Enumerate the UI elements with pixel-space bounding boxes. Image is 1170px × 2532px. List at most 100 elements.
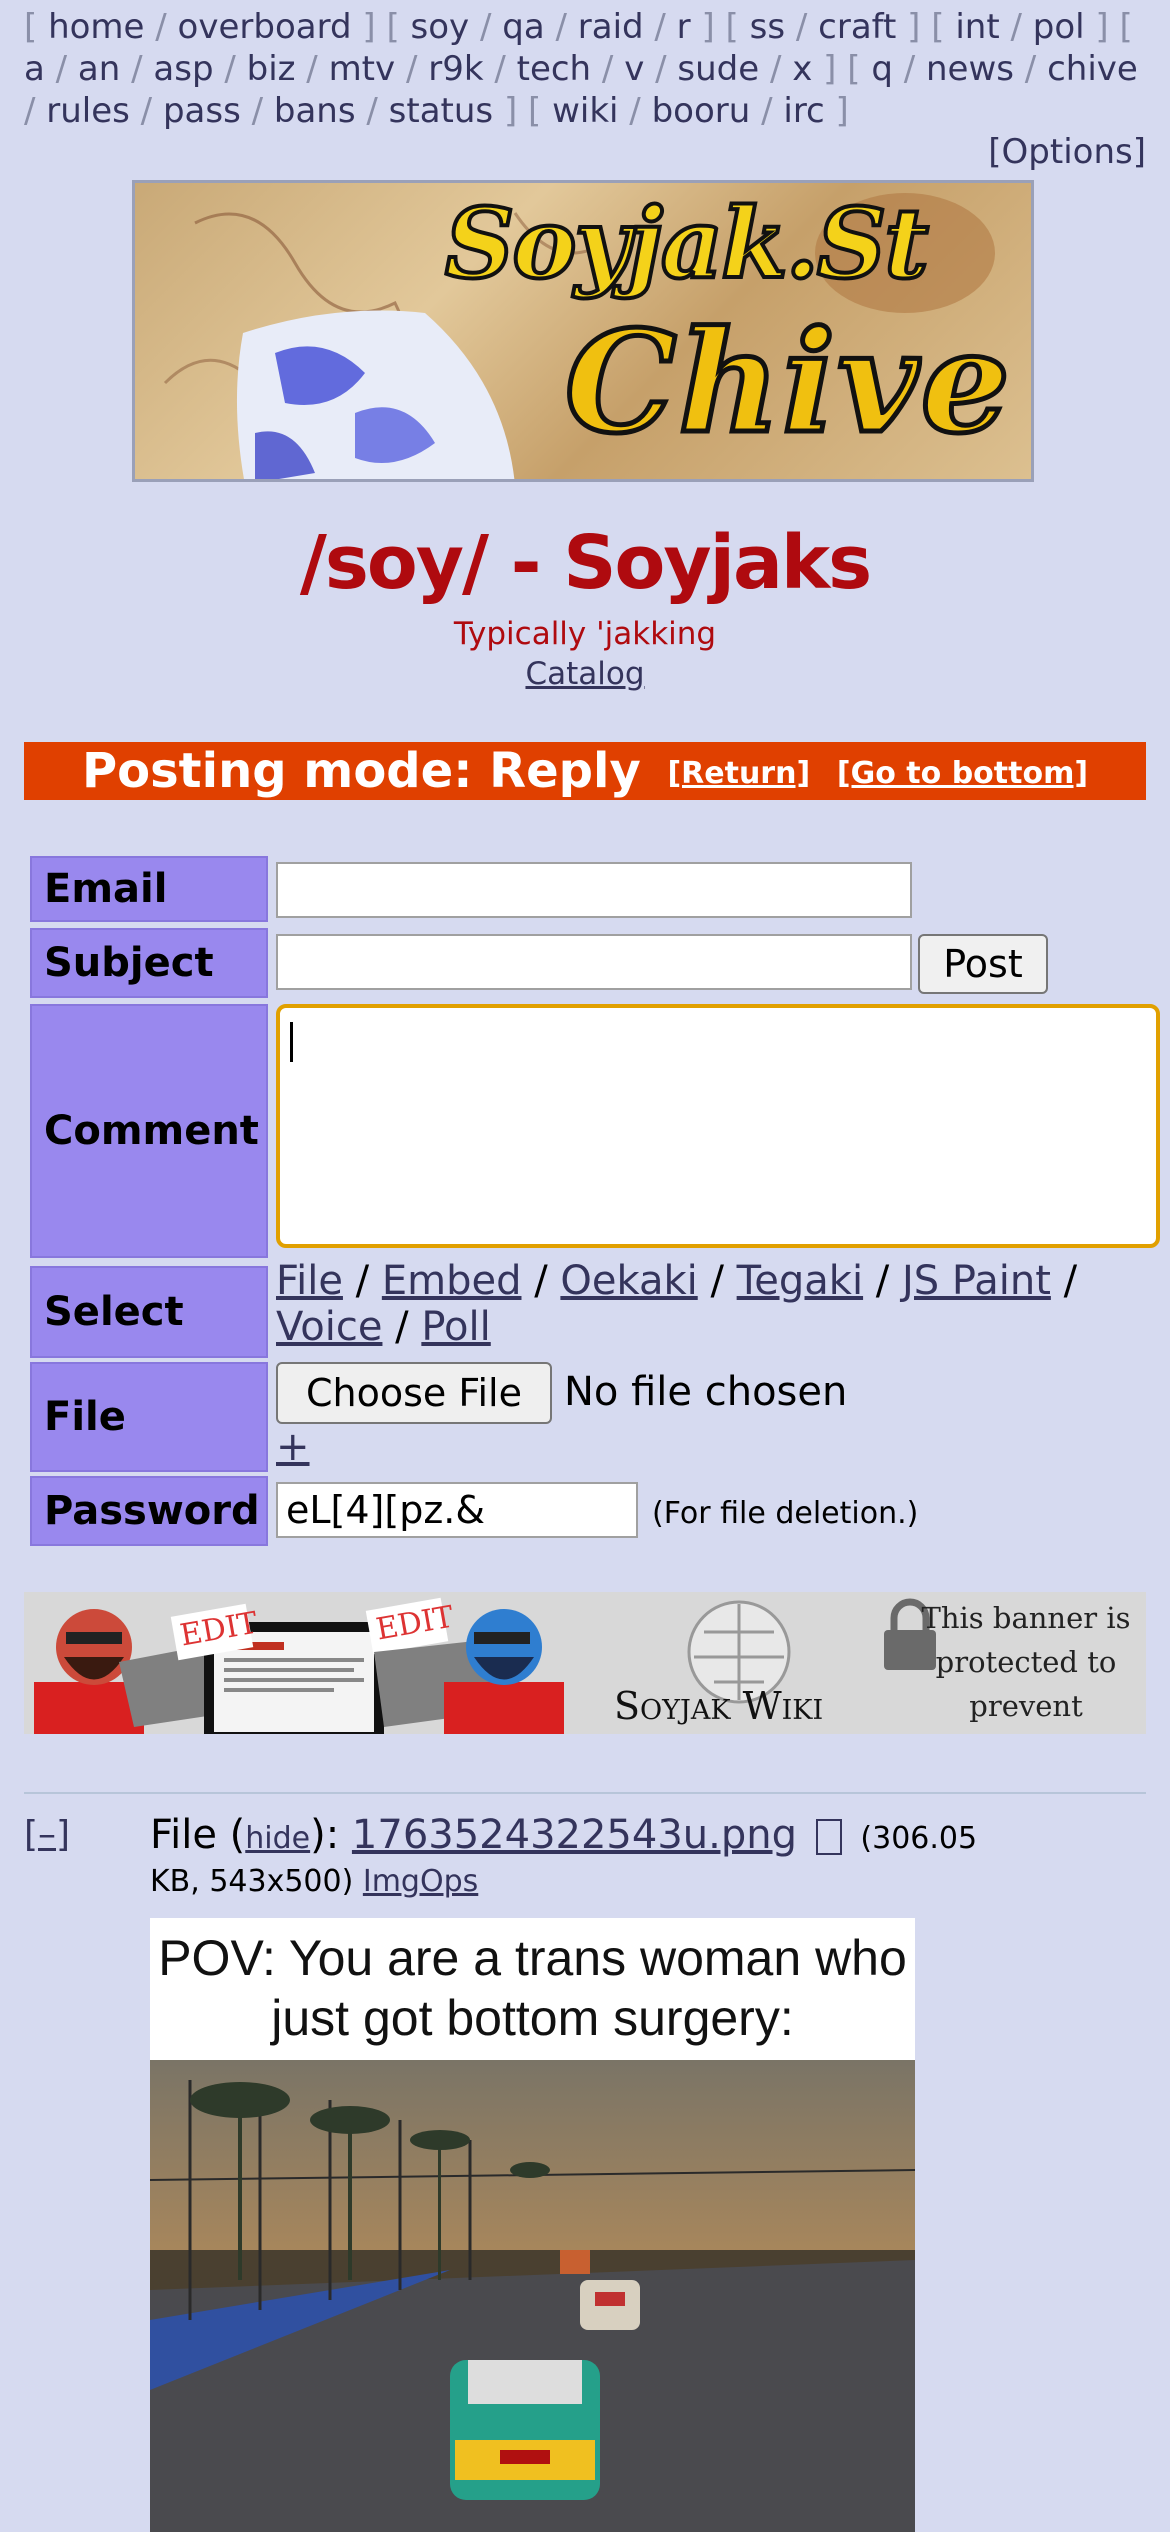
separator: / <box>295 49 329 89</box>
banner-title-line1: Soyjak.St <box>443 185 931 302</box>
separator: / <box>240 91 274 131</box>
bracket-open: [ <box>528 91 553 131</box>
board-link-v[interactable]: v <box>624 49 644 89</box>
separator: / <box>1014 49 1048 89</box>
bracket-close: ] <box>896 7 932 47</box>
catalog-link[interactable]: Catalog <box>525 656 644 692</box>
select-option-poll[interactable]: Poll <box>421 1304 490 1350</box>
posting-mode-label: Posting mode: Reply <box>81 743 641 799</box>
text-caret <box>290 1022 293 1062</box>
separator: / <box>591 49 625 89</box>
separator: / <box>395 49 429 89</box>
board-link-r[interactable]: r <box>677 7 691 47</box>
separator: / <box>618 91 652 131</box>
post-button[interactable]: Post <box>918 934 1048 994</box>
separator: / <box>483 49 517 89</box>
subject-field[interactable] <box>276 934 912 990</box>
separator: / <box>1050 1258 1078 1304</box>
separator: / <box>892 49 926 89</box>
hide-file-link[interactable]: hide <box>245 1821 310 1856</box>
board-link-asp[interactable]: asp <box>153 49 213 89</box>
select-option-oekaki[interactable]: Oekaki <box>560 1258 697 1304</box>
comment-textarea[interactable] <box>276 1004 1160 1248</box>
board-link-booru[interactable]: booru <box>652 91 751 131</box>
separator: / <box>785 7 819 47</box>
separator: / <box>643 7 677 47</box>
email-field[interactable] <box>276 862 912 918</box>
separator: / <box>644 49 678 89</box>
bracket-open: [ <box>847 49 872 89</box>
file-label: File <box>30 1362 268 1472</box>
select-option-file[interactable]: File <box>276 1258 343 1304</box>
board-link-news[interactable]: news <box>926 49 1014 89</box>
bracket-open: [ <box>386 7 411 47</box>
comment-label: Comment <box>30 1004 268 1258</box>
board-link-int[interactable]: int <box>955 7 999 47</box>
board-link-bans[interactable]: bans <box>274 91 356 131</box>
board-link-ss[interactable]: ss <box>750 7 785 47</box>
select-option-js-paint[interactable]: JS Paint <box>902 1258 1051 1304</box>
board-link-qa[interactable]: qa <box>502 7 544 47</box>
add-file-link[interactable]: + <box>276 1424 310 1470</box>
board-link-pol[interactable]: pol <box>1033 7 1085 47</box>
separator: / <box>355 91 389 131</box>
select-option-tegaki[interactable]: Tegaki <box>737 1258 863 1304</box>
board-link-wiki[interactable]: wiki <box>552 91 618 131</box>
post-image[interactable]: POV: You are a trans woman who just got … <box>150 1918 915 2532</box>
select-option-voice[interactable]: Voice <box>276 1304 382 1350</box>
board-link-sude[interactable]: sude <box>677 49 759 89</box>
protected-note: This banner is protected to prevent vand… <box>921 1601 1131 1734</box>
bracket-open: [ <box>24 7 49 47</box>
separator: / <box>521 1258 561 1304</box>
password-label: Password <box>30 1476 268 1546</box>
bracket-open: [ <box>1119 7 1133 47</box>
board-link-an[interactable]: an <box>78 49 120 89</box>
board-title: /soy/ - Soyjaks <box>299 520 872 606</box>
email-label: Email <box>30 856 268 922</box>
collapse-thread-toggle[interactable]: [–] <box>24 1814 70 1855</box>
board-link-soy[interactable]: soy <box>411 7 470 47</box>
board-link-pass[interactable]: pass <box>163 91 241 131</box>
wiki-ad-banner[interactable]: EDIT EDIT Soyjak Wiki This banner is pro… <box>24 1592 1146 1734</box>
choose-file-button[interactable]: Choose File <box>276 1362 552 1424</box>
subject-label: Subject <box>30 928 268 998</box>
board-link-chive[interactable]: chive <box>1047 49 1138 89</box>
go-to-bottom-link[interactable]: [Go to bottom] <box>837 756 1088 791</box>
separator: / <box>999 7 1033 47</box>
board-link-a[interactable]: a <box>24 49 45 89</box>
board-link-biz[interactable]: biz <box>247 49 296 89</box>
imgops-link[interactable]: ImgOps <box>363 1864 478 1899</box>
file-name-link[interactable]: 1763524322543u.png <box>352 1812 797 1858</box>
board-link-overboard[interactable]: overboard <box>178 7 352 47</box>
return-link[interactable]: [Return] <box>667 756 810 791</box>
password-note: (For file deletion.) <box>652 1496 919 1531</box>
options-link[interactable]: [Options] <box>988 132 1146 172</box>
thread-divider <box>24 1792 1146 1794</box>
board-link-rules[interactable]: rules <box>46 91 130 131</box>
separator: / <box>544 7 578 47</box>
board-link-q[interactable]: q <box>871 49 893 89</box>
board-link-irc[interactable]: irc <box>783 91 824 131</box>
bracket-open: [ <box>931 7 956 47</box>
board-banner: Soyjak.St Chive <box>132 180 1034 482</box>
image-caption: POV: You are a trans woman who just got … <box>150 1918 915 2060</box>
bracket-open: [ <box>725 7 750 47</box>
board-link-tech[interactable]: tech <box>517 49 592 89</box>
board-link-home[interactable]: home <box>48 7 144 47</box>
board-subtitle: Typically 'jakking <box>453 616 717 652</box>
board-link-x[interactable]: x <box>792 49 812 89</box>
board-link-mtv[interactable]: mtv <box>329 49 396 89</box>
external-icon[interactable] <box>815 1819 842 1855</box>
file-mid: ): <box>310 1812 352 1858</box>
board-link-r9k[interactable]: r9k <box>428 49 483 89</box>
wiki-name: Soyjak Wiki <box>614 1684 824 1728</box>
password-field[interactable]: eL[4][pz.& <box>276 1482 638 1538</box>
file-size-rest: KB, 543x500) <box>150 1864 354 1899</box>
posting-mode-banner: Posting mode: Reply [Return] [Go to bott… <box>24 742 1146 800</box>
select-option-embed[interactable]: Embed <box>382 1258 522 1304</box>
separator: / <box>24 91 47 131</box>
board-link-status[interactable]: status <box>389 91 493 131</box>
board-link-raid[interactable]: raid <box>578 7 644 47</box>
board-link-craft[interactable]: craft <box>818 7 896 47</box>
bracket-close: ] <box>690 7 726 47</box>
